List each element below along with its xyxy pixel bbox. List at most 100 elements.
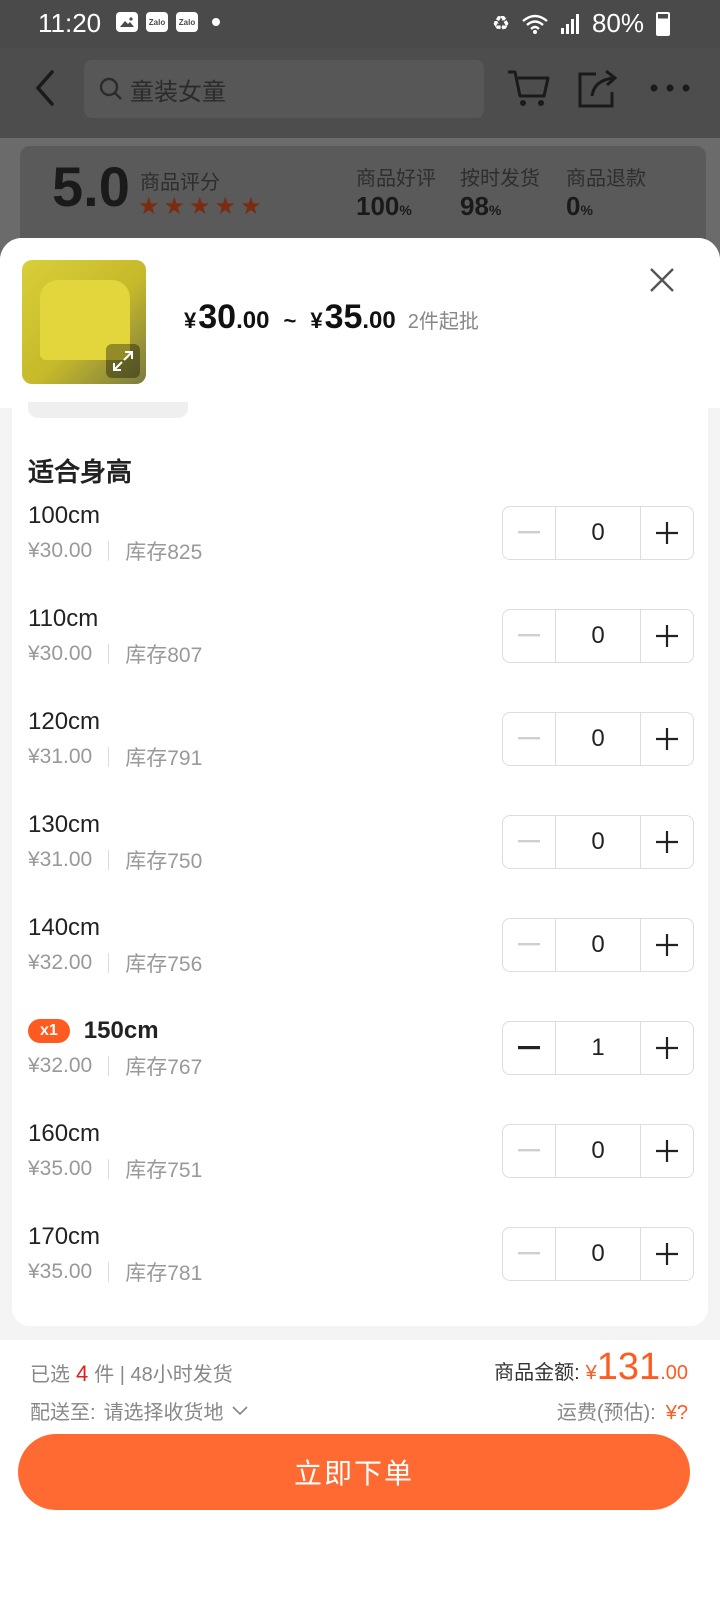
recycle-icon: ♻ bbox=[492, 13, 510, 35]
ship-to-selector[interactable]: 配送至: 请选择收货地 bbox=[30, 1396, 248, 1425]
rating-stars: ★ ★ ★ ★ ★ bbox=[138, 192, 262, 221]
wifi-icon bbox=[522, 14, 548, 34]
size-price: ¥31.00 bbox=[28, 745, 93, 768]
size-stock: 库存781 bbox=[125, 1262, 203, 1285]
star-icon: ★ bbox=[189, 193, 211, 220]
signal-icon bbox=[560, 13, 579, 34]
increment-button[interactable] bbox=[641, 610, 693, 662]
decrement-button[interactable] bbox=[503, 610, 555, 662]
increment-button[interactable] bbox=[641, 816, 693, 868]
order-now-button[interactable]: 立即下单 bbox=[18, 1434, 690, 1510]
search-placeholder: 童装女童 bbox=[130, 78, 226, 106]
plus-icon bbox=[656, 625, 678, 647]
size-label-wrap: x1 150cm bbox=[28, 1017, 159, 1045]
plus-icon bbox=[656, 1140, 678, 1162]
quantity-value[interactable]: 0 bbox=[555, 1125, 641, 1177]
size-label-wrap: 120cm bbox=[28, 708, 100, 736]
rating-score: 5.0 bbox=[52, 155, 130, 218]
size-label: 150cm bbox=[83, 1017, 159, 1044]
selected-summary: 已选 4 件 | 48小时发货 bbox=[30, 1361, 233, 1386]
increment-button[interactable] bbox=[641, 507, 693, 559]
notification-icons: Zalo Zalo bbox=[116, 12, 220, 32]
quantity-value[interactable]: 0 bbox=[555, 919, 641, 971]
increment-button[interactable] bbox=[641, 1228, 693, 1280]
quantity-value[interactable]: 1 bbox=[555, 1022, 641, 1074]
cart-icon[interactable] bbox=[506, 68, 550, 108]
search-icon bbox=[99, 77, 122, 100]
quantity-value[interactable]: 0 bbox=[555, 1228, 641, 1280]
min-order-qty: 2件起批 bbox=[407, 311, 479, 333]
increment-button[interactable] bbox=[641, 1125, 693, 1177]
size-stock: 库存791 bbox=[125, 747, 203, 770]
size-stock: 库存750 bbox=[125, 850, 203, 873]
size-label: 160cm bbox=[28, 1120, 101, 1147]
size-stock: 库存825 bbox=[125, 541, 203, 564]
divider bbox=[108, 644, 110, 664]
quantity-value[interactable]: 0 bbox=[555, 816, 641, 868]
size-meta: ¥32.00 库存767 bbox=[28, 1051, 202, 1081]
minus-icon bbox=[518, 531, 540, 534]
share-icon[interactable] bbox=[576, 68, 620, 108]
decrement-button[interactable] bbox=[503, 1125, 555, 1177]
option-chip bbox=[28, 402, 188, 418]
decrement-button[interactable] bbox=[503, 919, 555, 971]
size-label: 140cm bbox=[28, 914, 101, 941]
size-label-wrap: 160cm bbox=[28, 1120, 100, 1148]
checkout-bar: 已选 4 件 | 48小时发货 配送至: 请选择收货地 商品金额: ¥ 131 .0… bbox=[0, 1340, 720, 1600]
increment-button[interactable] bbox=[641, 1022, 693, 1074]
size-price: ¥31.00 bbox=[28, 848, 93, 871]
plus-icon bbox=[656, 728, 678, 750]
size-label: 120cm bbox=[28, 708, 101, 735]
stat-positive: 商品好评 100% bbox=[356, 168, 436, 221]
star-icon: ★ bbox=[163, 193, 186, 220]
size-label: 130cm bbox=[28, 811, 101, 838]
increment-button[interactable] bbox=[641, 919, 693, 971]
decrement-button[interactable] bbox=[503, 816, 555, 868]
status-time: 11:20 bbox=[38, 8, 102, 38]
plus-icon bbox=[656, 934, 678, 956]
size-stock: 库存807 bbox=[125, 644, 203, 667]
size-label-wrap: 140cm bbox=[28, 914, 100, 942]
total-amount: 商品金额: ¥ 131 .00 bbox=[494, 1346, 688, 1388]
shipping-estimate: 运费(预估): ¥? bbox=[556, 1402, 688, 1424]
minus-icon bbox=[518, 1149, 540, 1152]
battery-icon bbox=[656, 11, 670, 36]
decrement-button[interactable] bbox=[503, 507, 555, 559]
decrement-button[interactable] bbox=[503, 713, 555, 765]
back-arrow-icon[interactable] bbox=[30, 68, 60, 108]
size-price: ¥30.00 bbox=[28, 539, 93, 562]
quantity-value[interactable]: 0 bbox=[555, 507, 641, 559]
quantity-value[interactable]: 0 bbox=[555, 713, 641, 765]
close-icon[interactable] bbox=[648, 266, 676, 294]
expand-icon[interactable] bbox=[106, 344, 140, 378]
size-panel: 适合身高 100cm ¥30.00 库存825 0 110cm ¥30.00 库存807 0 1… bbox=[12, 402, 708, 1326]
rating-summary: 5.0 商品评分 ★ ★ ★ ★ ★ 商品好评 100% 按时发货 98% 商品… bbox=[20, 146, 706, 246]
decrement-button[interactable] bbox=[503, 1228, 555, 1280]
status-bar: 11:20 Zalo Zalo ♻ 80% bbox=[0, 0, 720, 48]
size-row: x1 150cm ¥32.00 库存767 1 bbox=[28, 1017, 694, 1097]
divider bbox=[108, 850, 110, 870]
search-input[interactable]: 童装女童 bbox=[84, 60, 484, 118]
size-row: 100cm ¥30.00 库存825 0 bbox=[28, 502, 694, 582]
quantity-value[interactable]: 0 bbox=[555, 610, 641, 662]
battery-percent: 80% bbox=[591, 8, 644, 38]
more-notifications-dot-icon bbox=[212, 18, 220, 26]
quantity-stepper: 0 bbox=[502, 815, 694, 869]
product-thumbnail[interactable] bbox=[22, 260, 146, 384]
plus-icon bbox=[656, 522, 678, 544]
size-price: ¥35.00 bbox=[28, 1260, 93, 1283]
chevron-down-icon bbox=[231, 1405, 248, 1415]
size-row: 140cm ¥32.00 库存756 0 bbox=[28, 914, 694, 994]
size-label: 110cm bbox=[28, 605, 99, 632]
more-icon[interactable] bbox=[648, 68, 692, 108]
increment-button[interactable] bbox=[641, 713, 693, 765]
quantity-stepper: 0 bbox=[502, 1227, 694, 1281]
decrement-button[interactable] bbox=[503, 1022, 555, 1074]
size-price: ¥32.00 bbox=[28, 951, 93, 974]
price-range: ¥ 30 .00 ~ ¥ 35 .00 2件起批 bbox=[184, 298, 479, 336]
size-label: 100cm bbox=[28, 502, 101, 529]
status-right: ♻ 80% bbox=[492, 8, 670, 39]
size-label-wrap: 110cm bbox=[28, 605, 98, 633]
quantity-stepper: 0 bbox=[502, 609, 694, 663]
divider bbox=[108, 1056, 110, 1076]
